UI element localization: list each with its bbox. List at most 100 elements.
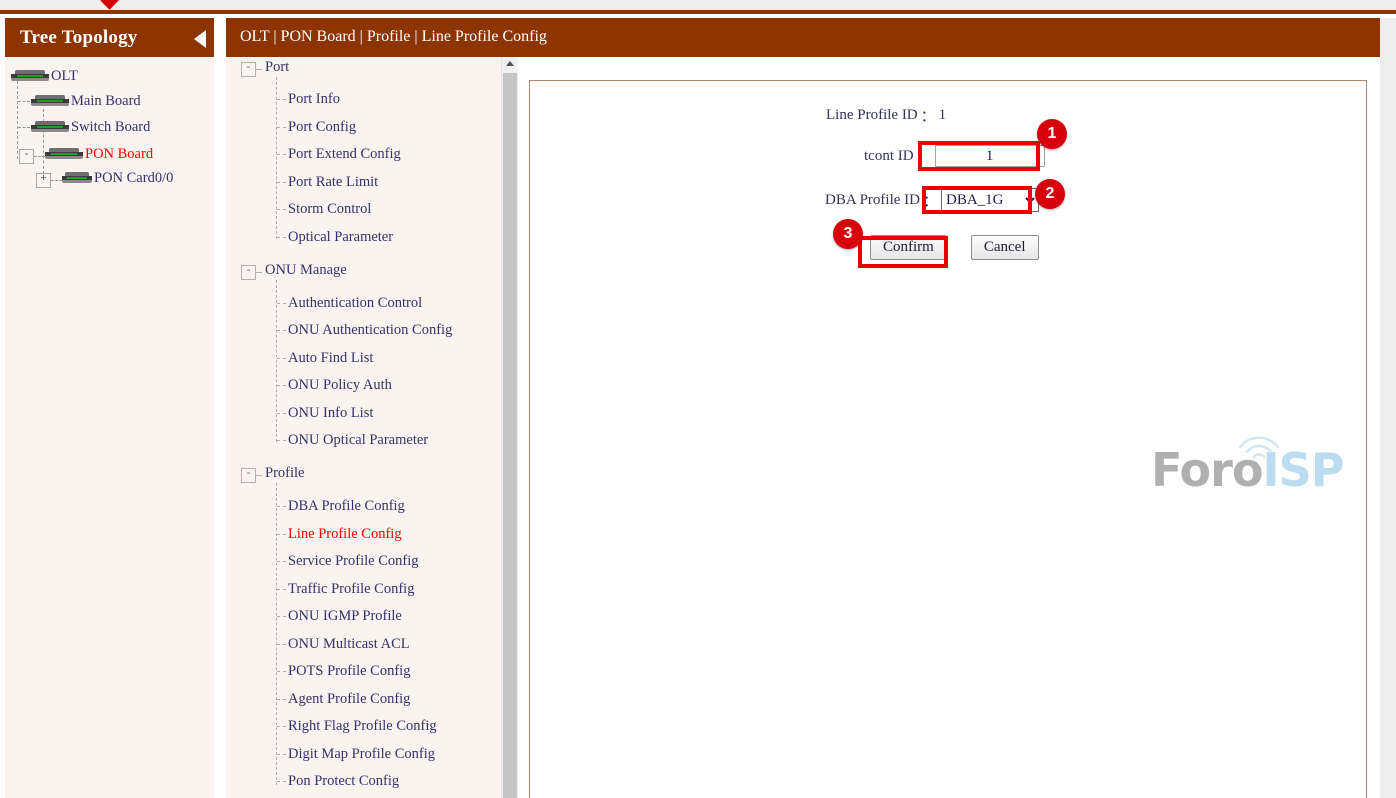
- menu-item-service-profile-config[interactable]: Service Profile Config: [288, 553, 418, 570]
- tree-node-switch-board[interactable]: Switch Board: [31, 119, 150, 136]
- red-diamond-marker: [100, 0, 118, 10]
- menu-connector: [277, 330, 286, 331]
- annotation-badge-1: 1: [1037, 119, 1067, 149]
- confirm-button[interactable]: Confirm: [870, 235, 947, 260]
- menu-connector: [277, 754, 286, 755]
- menu-connector: [277, 561, 286, 562]
- menu-item-onu-optical-parameter[interactable]: ONU Optical Parameter: [288, 432, 428, 449]
- menu-item-dba-profile-config[interactable]: DBA Profile Config: [288, 498, 405, 515]
- tcont-id-input[interactable]: [935, 145, 1045, 167]
- tree-node-olt[interactable]: OLT: [11, 68, 78, 85]
- cancel-button[interactable]: Cancel: [971, 235, 1039, 260]
- menu-connector: [277, 534, 286, 535]
- breadcrumb: OLT | PON Board | Profile | Line Profile…: [240, 28, 547, 46]
- tree-node-pon-board[interactable]: PON Board: [45, 146, 153, 163]
- menu-item-auto-find-list[interactable]: Auto Find List: [288, 350, 373, 367]
- annotation-badge-2: 2: [1035, 179, 1065, 209]
- menu-scrollbar[interactable]: [501, 55, 518, 798]
- menu-connector: [277, 671, 286, 672]
- menu-group-onu-manage[interactable]: ONU Manage: [265, 262, 347, 279]
- menu-item-port-info[interactable]: Port Info: [288, 91, 340, 108]
- menu-group-profile[interactable]: Profile: [265, 465, 304, 482]
- content-panel: Line Profile ID ： 1 tcont ID ： DBA Profi…: [529, 80, 1367, 798]
- tree-expander-pon-board[interactable]: -: [19, 149, 34, 164]
- annotation-badge-3: 3: [833, 219, 863, 249]
- menu-item-onu-info-list[interactable]: ONU Info List: [288, 405, 373, 422]
- menu-item-digit-map-profile-config[interactable]: Digit Map Profile Config: [288, 746, 435, 763]
- foroisp-watermark: ForoISP: [1151, 443, 1311, 503]
- scrollbar-thumb[interactable]: [503, 73, 517, 798]
- menu-connector: [277, 644, 286, 645]
- menu-connector: [277, 154, 286, 155]
- menu-connector: [277, 182, 286, 183]
- menu-item-storm-control[interactable]: Storm Control: [288, 201, 371, 218]
- tree-connector-line: [34, 156, 45, 157]
- menu-item-right-flag-profile-config[interactable]: Right Flag Profile Config: [288, 718, 437, 735]
- menu-connector: [277, 127, 286, 128]
- label-separator: ：: [917, 146, 932, 167]
- device-icon: [62, 172, 92, 185]
- menu-connector: [256, 475, 262, 476]
- tree-connector-line: [18, 101, 30, 102]
- menu-group-port[interactable]: Port: [265, 59, 289, 76]
- menu-connector: [277, 616, 286, 617]
- menu-item-port-extend-config[interactable]: Port Extend Config: [288, 146, 401, 163]
- menu-item-onu-multicast-acl[interactable]: ONU Multicast ACL: [288, 636, 410, 653]
- menu-connector: [277, 726, 286, 727]
- menu-item-onu-igmp-profile[interactable]: ONU IGMP Profile: [288, 608, 402, 625]
- label-separator: ：: [921, 105, 936, 126]
- caret-left-icon[interactable]: [194, 30, 206, 48]
- menu-connector: [276, 77, 277, 239]
- tcont-id-label: tcont ID: [864, 148, 914, 165]
- tree-node-pon-card[interactable]: PON Card0/0: [62, 170, 173, 187]
- menu-connector: [277, 385, 286, 386]
- tree-node-label: Switch Board: [71, 119, 150, 136]
- content-area: Line Profile ID ： 1 tcont ID ： DBA Profi…: [518, 57, 1380, 798]
- tree-node-label: PON Card0/0: [94, 170, 173, 187]
- menu-connector: [256, 69, 262, 70]
- menu-connector: [277, 209, 286, 210]
- tree-connector-line: [51, 180, 62, 181]
- menu-item-authentication-control[interactable]: Authentication Control: [288, 295, 422, 312]
- top-strip: [0, 0, 1396, 14]
- tree-node-label: OLT: [51, 68, 78, 85]
- top-accent-rule: [0, 10, 1396, 14]
- menu-expander-profile[interactable]: -: [241, 468, 256, 483]
- wifi-icon: [1236, 431, 1282, 461]
- device-icon: [11, 70, 49, 83]
- form-actions-row: Confirm Cancel: [870, 235, 1039, 260]
- menu-connector: [276, 483, 277, 785]
- navigation-menu-panel: - Port Port Info Port Config Port Extend…: [226, 55, 515, 798]
- menu-expander-port[interactable]: -: [241, 62, 256, 77]
- menu-item-onu-policy-auth[interactable]: ONU Policy Auth: [288, 377, 392, 394]
- menu-connector: [277, 99, 286, 100]
- menu-item-port-config[interactable]: Port Config: [288, 119, 356, 136]
- menu-item-traffic-profile-config[interactable]: Traffic Profile Config: [288, 581, 414, 598]
- menu-connector: [277, 413, 286, 414]
- menu-item-pon-protect-config[interactable]: Pon Protect Config: [288, 773, 399, 790]
- menu-item-optical-parameter[interactable]: Optical Parameter: [288, 229, 393, 246]
- menu-connector: [277, 358, 286, 359]
- menu-item-agent-profile-config[interactable]: Agent Profile Config: [288, 691, 410, 708]
- device-icon: [31, 95, 69, 108]
- tree-node-label: PON Board: [85, 146, 153, 163]
- tree-expander-pon-card[interactable]: +: [36, 173, 51, 188]
- line-profile-id-value: 1: [939, 107, 947, 124]
- menu-connector: [277, 440, 286, 441]
- device-icon: [31, 121, 69, 134]
- dba-profile-id-select[interactable]: DBA_1G: [941, 188, 1039, 212]
- dba-profile-id-row: DBA Profile ID ： DBA_1G: [825, 188, 1039, 212]
- menu-item-onu-authentication-config[interactable]: ONU Authentication Config: [288, 322, 452, 339]
- menu-item-port-rate-limit[interactable]: Port Rate Limit: [288, 174, 378, 191]
- menu-connector: [277, 781, 286, 782]
- tcont-id-row: tcont ID ：: [864, 145, 1045, 167]
- menu-item-line-profile-config[interactable]: Line Profile Config: [288, 526, 402, 543]
- menu-expander-onu-manage[interactable]: -: [241, 265, 256, 280]
- tree-node-label: Main Board: [71, 93, 141, 110]
- menu-item-pots-profile-config[interactable]: POTS Profile Config: [288, 663, 410, 680]
- menu-connector: [277, 303, 286, 304]
- caret-up-icon[interactable]: [502, 55, 518, 72]
- tree-topology-header: Tree Topology: [5, 18, 214, 57]
- tree-node-main-board[interactable]: Main Board: [31, 93, 141, 110]
- line-profile-id-label: Line Profile ID: [826, 107, 918, 124]
